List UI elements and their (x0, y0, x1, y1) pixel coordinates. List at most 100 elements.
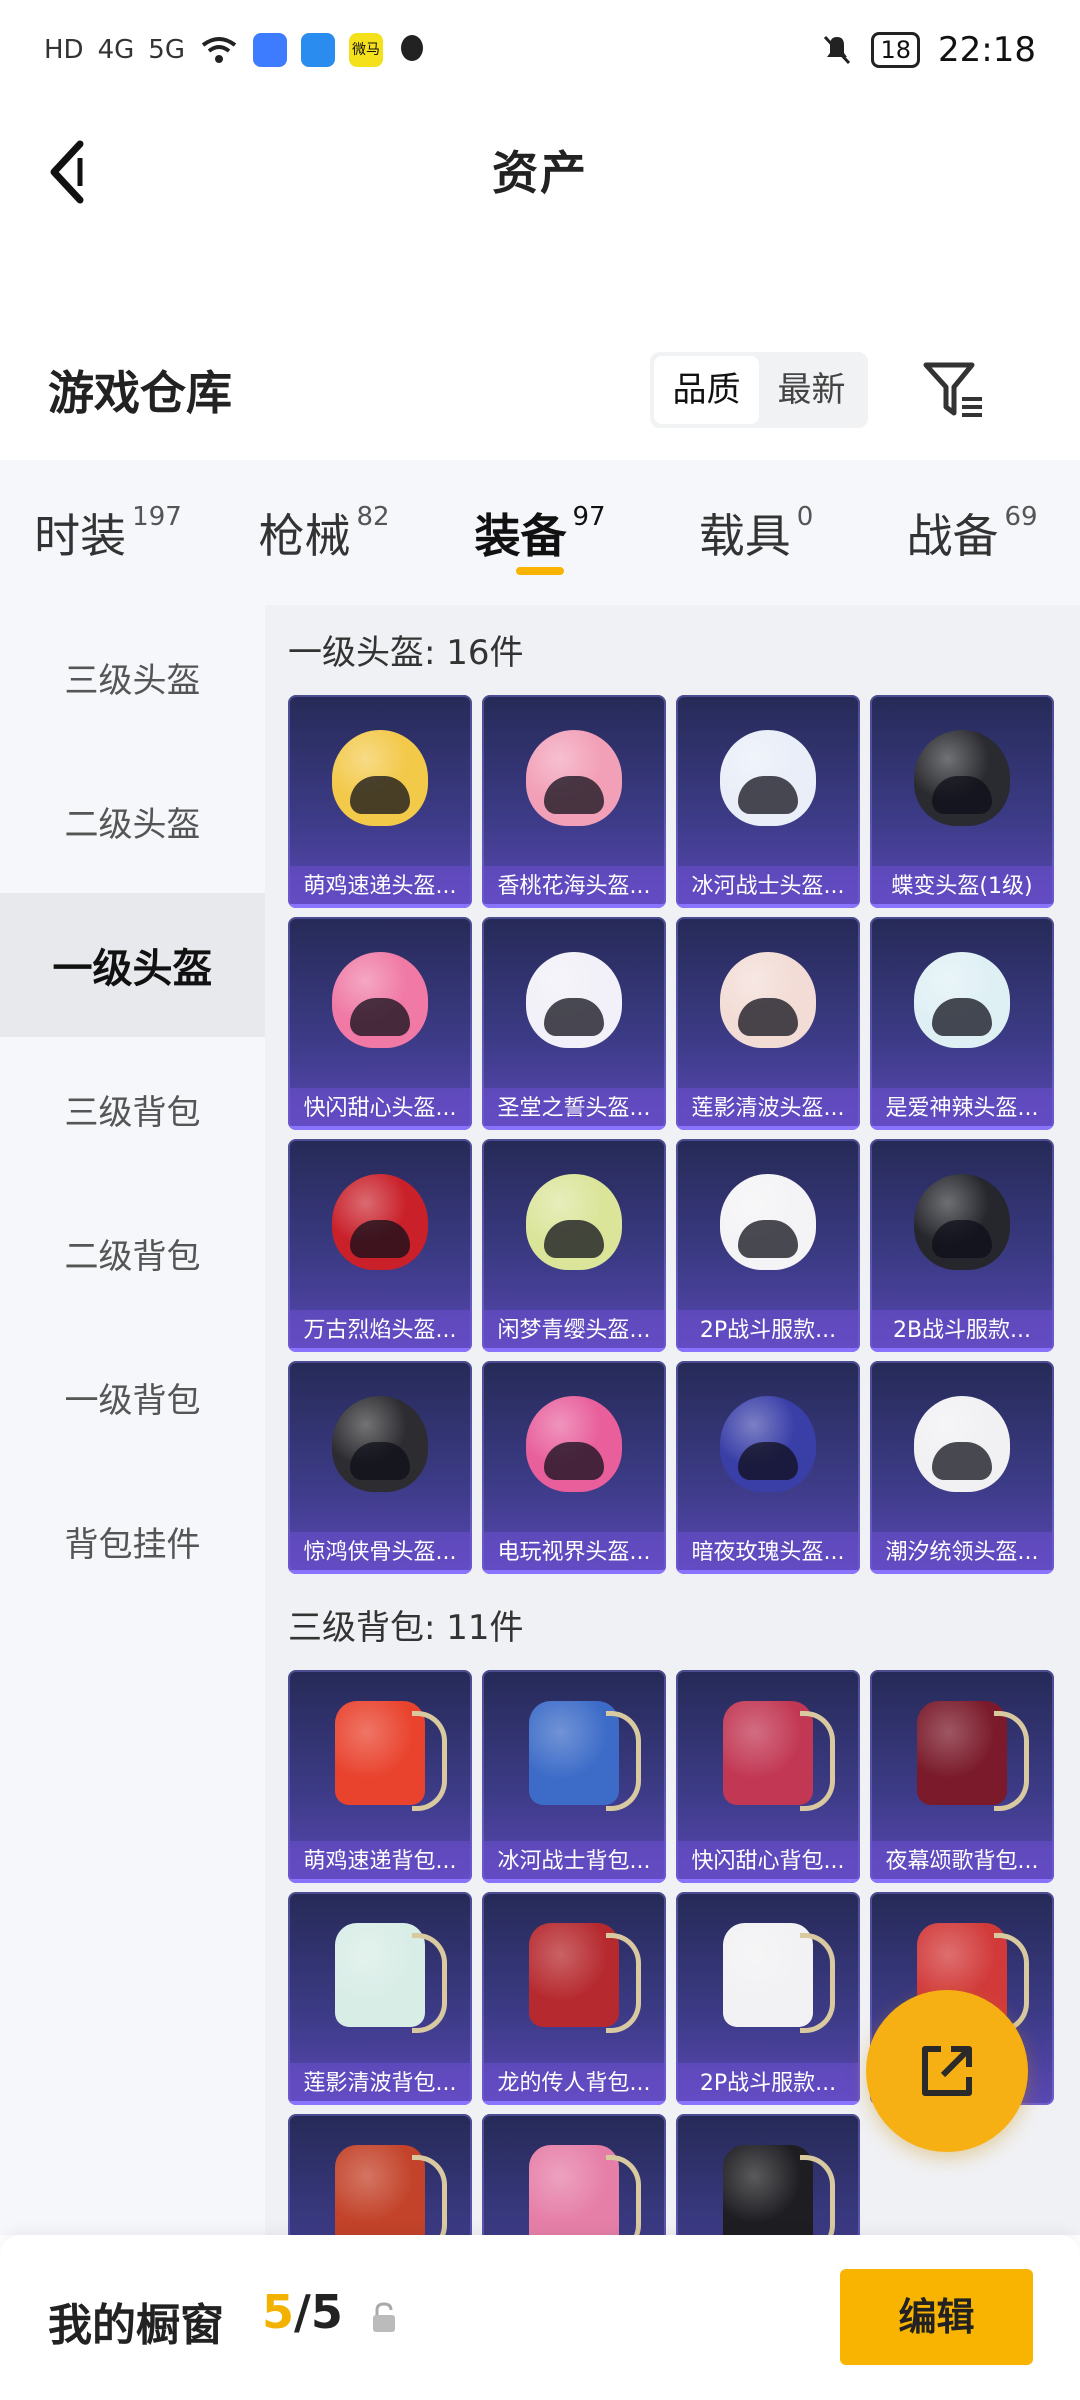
helmet-card[interactable]: 萌鸡速递头盔... (288, 695, 472, 908)
tab-firearms[interactable]: 枪械 82 (216, 460, 432, 605)
share-fab-button[interactable] (866, 1990, 1028, 2152)
helmet-icon (720, 951, 816, 1048)
helmet-icon (526, 1173, 622, 1270)
backpack-card[interactable]: 莲影清波背包... (288, 1892, 472, 2105)
card-label: 万古烈焰头盔... (288, 1310, 472, 1352)
helmet-card[interactable]: 冰河战士头盔... (676, 695, 860, 908)
card-label: 惊鸿侠骨头盔... (288, 1532, 472, 1574)
tab-count: 69 (1004, 502, 1038, 532)
backpack-image (482, 2114, 666, 2235)
backpack-card[interactable]: 2P战斗服款... (676, 1892, 860, 2105)
helmet-card[interactable]: 快闪甜心头盔... (288, 917, 472, 1130)
clock-time: 22:18 (938, 30, 1036, 70)
backpack-image (288, 2114, 472, 2235)
card-label: 夜幕颂歌背包... (870, 1841, 1054, 1883)
card-label: 冰河战士背包... (482, 1841, 666, 1883)
helmet-icon (526, 1395, 622, 1492)
helmet-card[interactable]: 闲梦青缨头盔... (482, 1139, 666, 1352)
card-label: 蝶变头盔(1级) (870, 866, 1054, 908)
showcase-count-separator: / (294, 2285, 311, 2339)
backpack-image (676, 1892, 860, 2057)
backpack-card[interactable] (676, 2114, 860, 2235)
backpack-card[interactable] (288, 2114, 472, 2235)
battery-indicator: 18 (871, 32, 921, 68)
helmet-icon (526, 951, 622, 1048)
sidebar-item-level3-backpack[interactable]: 三级背包 (0, 1037, 265, 1181)
sidebar-item-level3-helmet[interactable]: 三级头盔 (0, 605, 265, 749)
group-title-backpacks: 三级背包: 11件 (288, 1608, 524, 1648)
tab-vehicles[interactable]: 载具 0 (648, 460, 864, 605)
chevron-left-icon[interactable] (40, 132, 100, 212)
nav-bar: 资产 (0, 110, 1080, 230)
helmet-card[interactable]: 万古烈焰头盔... (288, 1139, 472, 1352)
helmet-icon (720, 729, 816, 826)
card-label: 电玩视界头盔... (482, 1532, 666, 1574)
shield-app-icon (300, 33, 335, 67)
sidebar-item-level1-helmet[interactable]: 一级头盔 (0, 893, 265, 1037)
tab-equipment[interactable]: 装备 97 (432, 460, 648, 605)
share-external-icon (922, 2046, 972, 2096)
helmet-card[interactable]: 2B战斗服款... (870, 1139, 1054, 1352)
warehouse-header: 游戏仓库 品质 最新 (0, 340, 1080, 440)
helmet-card[interactable]: 潮汐统领头盔... (870, 1361, 1054, 1574)
helmet-icon (332, 1173, 428, 1270)
sidebar-item-level2-helmet[interactable]: 二级头盔 (0, 749, 265, 893)
card-label: 莲影清波背包... (288, 2063, 472, 2105)
network-5g-icon: 5G (148, 35, 185, 65)
showcase-count-current: 5 (262, 2285, 295, 2339)
helmet-icon (720, 1395, 816, 1492)
helmet-card[interactable]: 莲影清波头盔... (676, 917, 860, 1130)
helmet-card[interactable]: 蝶变头盔(1级) (870, 695, 1054, 908)
card-label: 2B战斗服款... (870, 1310, 1054, 1352)
card-label: 萌鸡速递头盔... (288, 866, 472, 908)
backpack-card[interactable]: 夜幕颂歌背包... (870, 1670, 1054, 1883)
backpack-card[interactable] (482, 2114, 666, 2235)
card-label: 圣堂之誓头盔... (482, 1088, 666, 1130)
status-bar: HD 4G 5G 微马 18 22:18 (0, 0, 1080, 100)
tab-supplies[interactable]: 战备 69 (864, 460, 1080, 605)
backpack-card[interactable]: 快闪甜心背包... (676, 1670, 860, 1883)
edit-button[interactable]: 编辑 (840, 2269, 1033, 2365)
helmet-image (870, 917, 1054, 1082)
tab-fashion[interactable]: 时装 197 (0, 460, 216, 605)
showcase-bar: 我的橱窗 5/5 编辑 (0, 2235, 1080, 2400)
sidebar-item-backpack-charm[interactable]: 背包挂件 (0, 1469, 265, 1613)
card-label: 2P战斗服款... (676, 2063, 860, 2105)
helmet-card[interactable]: 惊鸿侠骨头盔... (288, 1361, 472, 1574)
helmet-card[interactable]: 圣堂之誓头盔... (482, 917, 666, 1130)
helmet-image (288, 1139, 472, 1304)
helmet-image (288, 917, 472, 1082)
helmet-icon (720, 1173, 816, 1270)
sidebar-item-level2-backpack[interactable]: 二级背包 (0, 1181, 265, 1325)
helmet-image (676, 1361, 860, 1526)
backpack-icon (723, 1922, 835, 2033)
helmet-card[interactable]: 香桃花海头盔... (482, 695, 666, 908)
active-tab-indicator (516, 567, 564, 575)
sidebar-item-level1-backpack[interactable]: 一级背包 (0, 1325, 265, 1469)
backpack-icon (529, 1922, 641, 2033)
card-label: 是爱神辣头盔... (870, 1088, 1054, 1130)
card-label: 闲梦青缨头盔... (482, 1310, 666, 1352)
network-hd-icon: HD (44, 35, 84, 65)
backpack-icon (335, 1922, 447, 2033)
card-label: 香桃花海头盔... (482, 866, 666, 908)
sort-option-newest[interactable]: 最新 (759, 356, 864, 424)
helmet-card[interactable]: 暗夜玫瑰头盔... (676, 1361, 860, 1574)
backpack-card[interactable]: 冰河战士背包... (482, 1670, 666, 1883)
tab-label: 时装 (34, 509, 127, 563)
backpack-image (676, 2114, 860, 2235)
helmet-card[interactable]: 2P战斗服款... (676, 1139, 860, 1352)
backpack-icon (529, 2144, 641, 2235)
helmet-card[interactable]: 电玩视界头盔... (482, 1361, 666, 1574)
backpack-image (482, 1892, 666, 2057)
backpack-card[interactable]: 龙的传人背包... (482, 1892, 666, 2105)
filter-icon[interactable] (920, 357, 986, 423)
helmet-card[interactable]: 是爱神辣头盔... (870, 917, 1054, 1130)
sort-option-quality[interactable]: 品质 (654, 356, 759, 424)
showcase-count-total: 5 (310, 2285, 343, 2339)
network-4g-icon: 4G (97, 35, 135, 65)
subcategory-sidebar: 三级头盔 二级头盔 一级头盔 三级背包 二级背包 一级背包 背包挂件 (0, 605, 265, 2235)
helmet-icon (332, 729, 428, 826)
tab-label: 载具 (698, 509, 791, 563)
backpack-card[interactable]: 萌鸡速递背包... (288, 1670, 472, 1883)
